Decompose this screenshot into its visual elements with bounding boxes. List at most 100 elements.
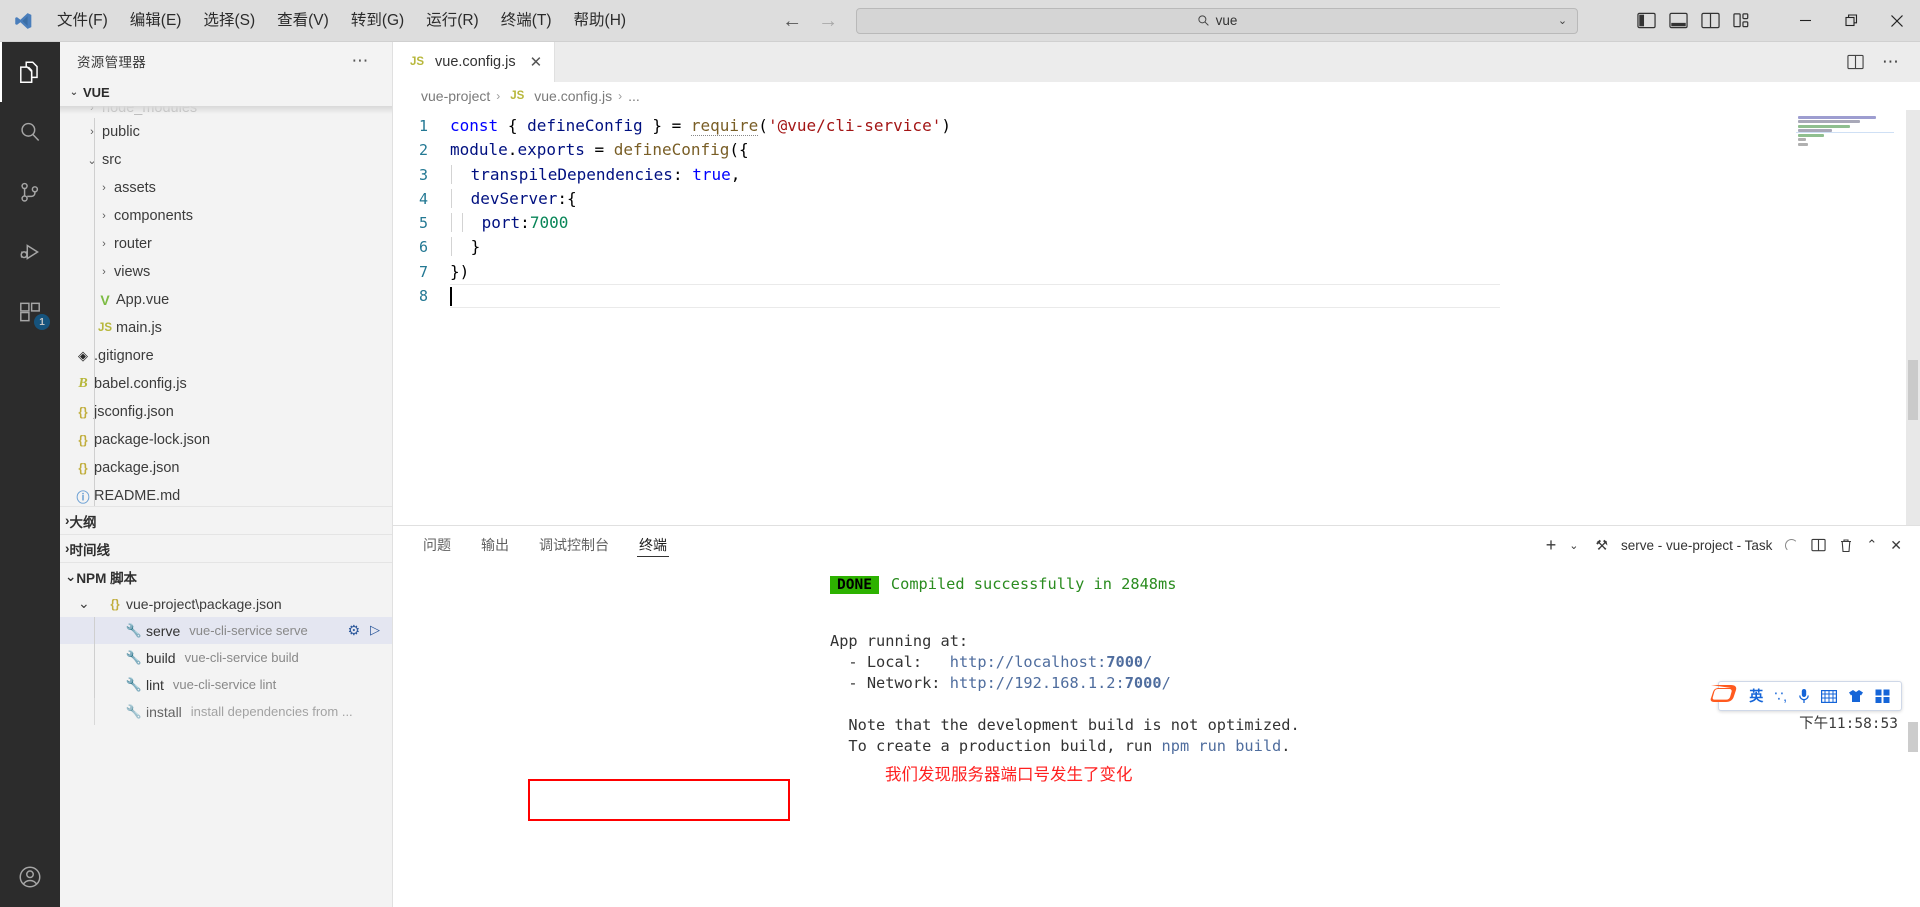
tab-terminal[interactable]: 终端 bbox=[637, 526, 669, 564]
tree-item-package-lock[interactable]: {} package-lock.json bbox=[60, 426, 392, 454]
play-icon[interactable]: ▷ bbox=[370, 622, 380, 639]
line-number: 1 bbox=[418, 117, 428, 135]
minimap-slider[interactable] bbox=[1906, 110, 1920, 525]
quick-input-search[interactable]: vue ⌄ bbox=[856, 7, 1579, 34]
scrollbar-thumb[interactable] bbox=[1908, 360, 1918, 420]
menu-file[interactable]: 文件(F) bbox=[46, 0, 119, 42]
tab-problems[interactable]: 问题 bbox=[421, 526, 453, 564]
tree-item-main-js[interactable]: JS main.js bbox=[60, 314, 392, 342]
activity-search[interactable] bbox=[0, 102, 60, 162]
network-url-prefix[interactable]: http://192.168.1.2: bbox=[950, 674, 1125, 692]
split-terminal-icon[interactable] bbox=[1811, 538, 1826, 552]
toolbox-icon[interactable] bbox=[1875, 689, 1890, 703]
url-suffix[interactable]: / bbox=[1162, 674, 1171, 692]
line-number: 8 bbox=[418, 287, 428, 306]
section-npm-scripts[interactable]: ⌄ NPM 脚本 bbox=[60, 562, 392, 590]
skin-theme-icon[interactable] bbox=[1848, 689, 1864, 703]
tree-item-readme[interactable]: ⓘ README.md bbox=[60, 482, 392, 506]
menu-view[interactable]: 查看(V) bbox=[266, 0, 340, 42]
restore-icon bbox=[1844, 14, 1857, 27]
editor-scrollbar[interactable] bbox=[1906, 110, 1920, 525]
tree-item-package-json[interactable]: {} package.json bbox=[60, 454, 392, 482]
code-editor[interactable]: 1 const { defineConfig } = require('@vue… bbox=[393, 110, 1920, 525]
tree-item-src[interactable]: ⌄ src bbox=[60, 146, 392, 174]
window-restore-button[interactable] bbox=[1828, 0, 1874, 42]
tree-item-label: package.json bbox=[94, 460, 180, 476]
layout-customize-icon[interactable] bbox=[1733, 12, 1752, 29]
chevron-down-icon[interactable]: ⌄ bbox=[1569, 539, 1578, 552]
menu-selection[interactable]: 选择(S) bbox=[192, 0, 266, 42]
menu-go[interactable]: 转到(G) bbox=[340, 0, 415, 42]
npm-script-serve[interactable]: 🔧 serve vue-cli-service serve ⚙ ▷ bbox=[60, 617, 392, 644]
line-number: 2 bbox=[418, 141, 428, 160]
tab-output[interactable]: 输出 bbox=[479, 526, 511, 564]
layout-sidebar-right-icon[interactable] bbox=[1701, 12, 1720, 29]
npm-script-lint[interactable]: 🔧 lint vue-cli-service lint bbox=[60, 671, 392, 698]
tree-item-public[interactable]: › public bbox=[60, 118, 392, 146]
tree-item-app-vue[interactable]: V App.vue bbox=[60, 286, 392, 314]
network-port[interactable]: 7000 bbox=[1125, 674, 1162, 692]
layout-panel-icon[interactable] bbox=[1669, 12, 1688, 29]
voice-input-icon[interactable] bbox=[1798, 688, 1810, 704]
tree-item-assets[interactable]: › assets bbox=[60, 174, 392, 202]
npm-package-json[interactable]: ⌄ {} vue-project\package.json bbox=[60, 590, 392, 617]
tree-item-gitignore[interactable]: ◈ .gitignore bbox=[60, 342, 392, 370]
layout-sidebar-left-icon[interactable] bbox=[1637, 12, 1656, 29]
sogou-logo-icon[interactable] bbox=[1705, 676, 1743, 714]
window-minimize-button[interactable] bbox=[1782, 0, 1828, 42]
ellipsis-icon[interactable]: ⋯ bbox=[352, 51, 385, 71]
menu-help[interactable]: 帮助(H) bbox=[563, 0, 638, 42]
local-url-prefix[interactable]: http://localhost: bbox=[950, 653, 1107, 671]
window-scroll-tick[interactable] bbox=[1908, 722, 1918, 752]
chevron-down-icon[interactable]: ⌄ bbox=[1558, 14, 1567, 27]
arrow-right-icon[interactable]: → bbox=[818, 11, 838, 31]
tab-vue-config-js[interactable]: JS vue.config.js ✕ bbox=[393, 42, 556, 82]
section-timeline[interactable]: › 时间线 bbox=[60, 534, 392, 562]
activity-extensions[interactable]: 1 bbox=[0, 282, 60, 342]
npm-script-install[interactable]: 🔧 install install dependencies from ... bbox=[60, 698, 392, 725]
menu-edit[interactable]: 编辑(E) bbox=[119, 0, 193, 42]
url-suffix[interactable]: / bbox=[1143, 653, 1152, 671]
markdown-file-icon: ⓘ bbox=[76, 489, 90, 505]
tree-root-vue[interactable]: ⌄ VUE bbox=[60, 79, 392, 106]
local-port[interactable]: 7000 bbox=[1106, 653, 1143, 671]
npm-script-build[interactable]: 🔧 build vue-cli-service build bbox=[60, 644, 392, 671]
tab-debug-console[interactable]: 调试控制台 bbox=[537, 526, 611, 564]
breadcrumb-folder[interactable]: vue-project bbox=[421, 88, 490, 104]
tree-item-router[interactable]: › router bbox=[60, 230, 392, 258]
activity-accounts[interactable] bbox=[0, 847, 60, 907]
vue-file-icon: V bbox=[100, 292, 110, 308]
arrow-left-icon[interactable]: ← bbox=[782, 11, 802, 31]
input-mode-english[interactable]: 英 bbox=[1749, 686, 1763, 706]
tree-item-components[interactable]: › components bbox=[60, 202, 392, 230]
ellipsis-icon[interactable]: ⋯ bbox=[1882, 52, 1900, 72]
terminal-name[interactable]: serve - vue-project - Task bbox=[1621, 538, 1772, 553]
menu-terminal[interactable]: 终端(T) bbox=[490, 0, 563, 42]
chevron-up-icon[interactable]: ⌃ bbox=[1866, 537, 1877, 553]
tree-item-views[interactable]: › views bbox=[60, 258, 392, 286]
section-outline[interactable]: › 大纲 bbox=[60, 506, 392, 534]
split-editor-icon[interactable] bbox=[1847, 54, 1864, 70]
editor-minimap[interactable] bbox=[1796, 110, 1906, 525]
line-content bbox=[450, 284, 452, 308]
trash-icon[interactable] bbox=[1839, 538, 1853, 553]
window-close-button[interactable] bbox=[1874, 0, 1920, 42]
tree-item-jsconfig[interactable]: {} jsconfig.json bbox=[60, 398, 392, 426]
activity-run-debug[interactable] bbox=[0, 222, 60, 282]
breadcrumb-symbols[interactable]: ... bbox=[628, 88, 640, 104]
activity-explorer[interactable] bbox=[0, 42, 60, 102]
chevron-right-icon: › bbox=[90, 126, 94, 138]
activity-source-control[interactable] bbox=[0, 162, 60, 222]
terminal-output[interactable]: DONE Compiled successfully in 2848ms App … bbox=[393, 564, 1920, 907]
punctuation-toggle-icon[interactable]: ∵, bbox=[1774, 688, 1787, 705]
plus-icon[interactable]: + bbox=[1546, 535, 1557, 556]
close-icon[interactable]: ✕ bbox=[1890, 537, 1902, 554]
debug-icon[interactable]: ⚙ bbox=[347, 622, 360, 639]
tree-item-babel-config[interactable]: B babel.config.js bbox=[60, 370, 392, 398]
close-icon[interactable]: ✕ bbox=[530, 55, 543, 70]
tree-item-node_modules[interactable]: › node_modules bbox=[60, 106, 392, 118]
menu-run[interactable]: 运行(R) bbox=[415, 0, 490, 42]
layout-toggles bbox=[1637, 12, 1782, 29]
breadcrumb-file[interactable]: vue.config.js bbox=[534, 88, 612, 104]
soft-keyboard-icon[interactable] bbox=[1821, 689, 1837, 703]
